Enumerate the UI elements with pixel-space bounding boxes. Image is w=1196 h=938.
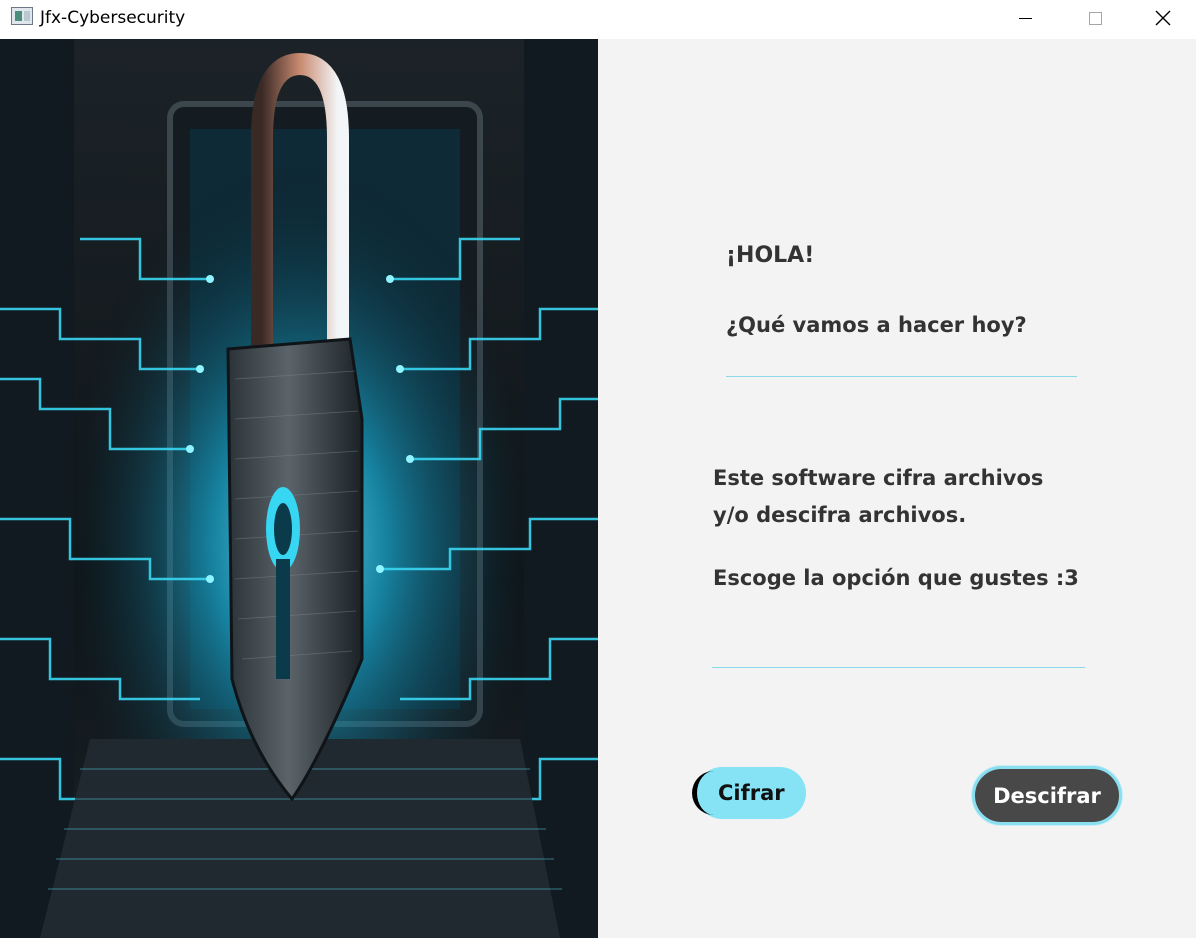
decrypt-button[interactable]: Descifrar — [972, 766, 1122, 825]
maximize-button[interactable] — [1060, 0, 1130, 36]
separator-bottom — [712, 667, 1085, 668]
app-window-icon — [11, 7, 33, 25]
choose-option-text: Escoge la opción que gustes :3 — [713, 566, 1079, 590]
question-heading: ¿Qué vamos a hacer hoy? — [726, 313, 1027, 337]
title-bar[interactable]: Jfx-Cybersecurity — [0, 0, 1196, 39]
focus-indicator — [692, 771, 718, 815]
decrypt-button-label: Descifrar — [993, 783, 1101, 808]
window-title: Jfx-Cybersecurity — [40, 8, 186, 28]
greeting-heading: ¡HOLA! — [726, 243, 815, 268]
minimize-button[interactable] — [990, 0, 1060, 36]
description-text: Este software cifra archivos y/o descifr… — [713, 460, 1093, 534]
welcome-panel: ¡HOLA! ¿Qué vamos a hacer hoy? Este soft… — [598, 39, 1196, 938]
padlock-illustration — [0, 39, 598, 938]
hero-image — [0, 39, 598, 938]
close-button[interactable] — [1128, 0, 1196, 36]
minimize-icon — [1018, 17, 1032, 19]
description-line-1: Este software cifra archivos — [713, 466, 1044, 490]
encrypt-button[interactable]: Cifrar — [692, 767, 806, 819]
maximize-icon — [1088, 11, 1102, 25]
encrypt-button-label: Cifrar — [718, 781, 785, 805]
separator-top — [726, 376, 1077, 377]
description-line-2: y/o descifra archivos. — [713, 503, 967, 527]
close-icon — [1155, 10, 1171, 26]
